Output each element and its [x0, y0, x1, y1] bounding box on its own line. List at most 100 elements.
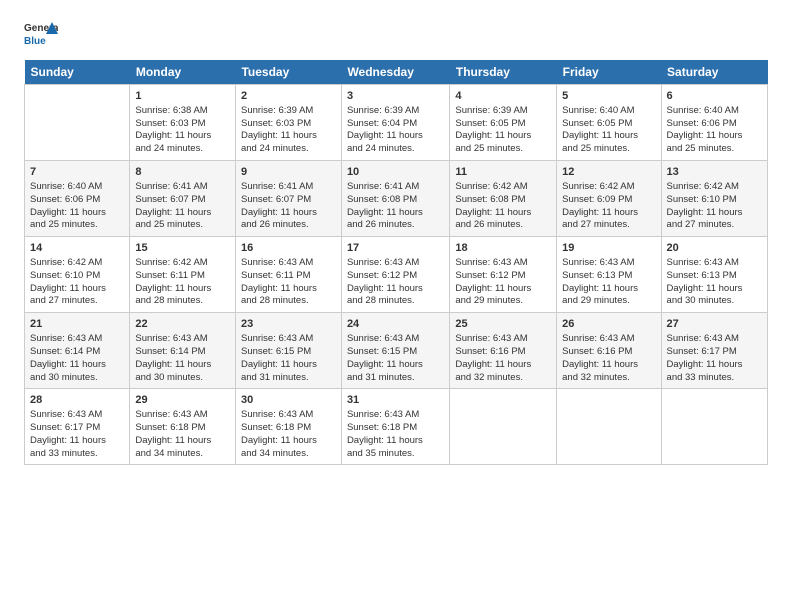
- day-info: Sunrise: 6:43 AM Sunset: 6:13 PM Dayligh…: [667, 257, 762, 308]
- calendar-cell: 25Sunrise: 6:43 AM Sunset: 6:16 PM Dayli…: [450, 313, 557, 389]
- calendar-cell: 28Sunrise: 6:43 AM Sunset: 6:17 PM Dayli…: [25, 389, 130, 465]
- calendar-cell: 5Sunrise: 6:40 AM Sunset: 6:05 PM Daylig…: [557, 85, 661, 161]
- calendar-cell: 27Sunrise: 6:43 AM Sunset: 6:17 PM Dayli…: [661, 313, 767, 389]
- day-number: 15: [135, 241, 230, 256]
- day-info: Sunrise: 6:42 AM Sunset: 6:08 PM Dayligh…: [455, 181, 551, 232]
- page: General Blue SundayMondayTuesdayWednesda…: [0, 0, 792, 475]
- calendar-cell: 16Sunrise: 6:43 AM Sunset: 6:11 PM Dayli…: [235, 237, 341, 313]
- day-info: Sunrise: 6:39 AM Sunset: 6:03 PM Dayligh…: [241, 105, 336, 156]
- day-number: 13: [667, 165, 762, 180]
- calendar-week-row: 14Sunrise: 6:42 AM Sunset: 6:10 PM Dayli…: [25, 237, 768, 313]
- day-number: 27: [667, 317, 762, 332]
- day-info: Sunrise: 6:40 AM Sunset: 6:05 PM Dayligh…: [562, 105, 655, 156]
- calendar-cell: 12Sunrise: 6:42 AM Sunset: 6:09 PM Dayli…: [557, 161, 661, 237]
- logo-icon: General Blue: [24, 18, 58, 52]
- logo: General Blue: [24, 18, 58, 52]
- day-info: Sunrise: 6:38 AM Sunset: 6:03 PM Dayligh…: [135, 105, 230, 156]
- day-number: 1: [135, 89, 230, 104]
- day-info: Sunrise: 6:40 AM Sunset: 6:06 PM Dayligh…: [667, 105, 762, 156]
- calendar-cell: 4Sunrise: 6:39 AM Sunset: 6:05 PM Daylig…: [450, 85, 557, 161]
- calendar-cell: 15Sunrise: 6:42 AM Sunset: 6:11 PM Dayli…: [130, 237, 236, 313]
- day-number: 21: [30, 317, 124, 332]
- day-number: 29: [135, 393, 230, 408]
- day-number: 10: [347, 165, 444, 180]
- calendar-cell: 23Sunrise: 6:43 AM Sunset: 6:15 PM Dayli…: [235, 313, 341, 389]
- day-number: 4: [455, 89, 551, 104]
- calendar-cell: [661, 389, 767, 465]
- day-info: Sunrise: 6:42 AM Sunset: 6:10 PM Dayligh…: [667, 181, 762, 232]
- day-info: Sunrise: 6:43 AM Sunset: 6:17 PM Dayligh…: [30, 409, 124, 460]
- day-number: 17: [347, 241, 444, 256]
- calendar-cell: 22Sunrise: 6:43 AM Sunset: 6:14 PM Dayli…: [130, 313, 236, 389]
- header-area: General Blue: [24, 18, 768, 52]
- calendar-cell: 31Sunrise: 6:43 AM Sunset: 6:18 PM Dayli…: [341, 389, 449, 465]
- day-number: 31: [347, 393, 444, 408]
- calendar-cell: 10Sunrise: 6:41 AM Sunset: 6:08 PM Dayli…: [341, 161, 449, 237]
- day-number: 23: [241, 317, 336, 332]
- calendar-cell: [25, 85, 130, 161]
- day-info: Sunrise: 6:39 AM Sunset: 6:04 PM Dayligh…: [347, 105, 444, 156]
- day-info: Sunrise: 6:40 AM Sunset: 6:06 PM Dayligh…: [30, 181, 124, 232]
- weekday-header-monday: Monday: [130, 60, 236, 85]
- logo-container: General Blue: [24, 18, 58, 52]
- calendar-cell: 14Sunrise: 6:42 AM Sunset: 6:10 PM Dayli…: [25, 237, 130, 313]
- day-number: 11: [455, 165, 551, 180]
- day-number: 8: [135, 165, 230, 180]
- calendar-cell: 26Sunrise: 6:43 AM Sunset: 6:16 PM Dayli…: [557, 313, 661, 389]
- day-info: Sunrise: 6:43 AM Sunset: 6:12 PM Dayligh…: [347, 257, 444, 308]
- calendar-week-row: 7Sunrise: 6:40 AM Sunset: 6:06 PM Daylig…: [25, 161, 768, 237]
- calendar-cell: 8Sunrise: 6:41 AM Sunset: 6:07 PM Daylig…: [130, 161, 236, 237]
- calendar-cell: 13Sunrise: 6:42 AM Sunset: 6:10 PM Dayli…: [661, 161, 767, 237]
- calendar-table: SundayMondayTuesdayWednesdayThursdayFrid…: [24, 60, 768, 465]
- weekday-header-thursday: Thursday: [450, 60, 557, 85]
- day-info: Sunrise: 6:42 AM Sunset: 6:10 PM Dayligh…: [30, 257, 124, 308]
- day-number: 7: [30, 165, 124, 180]
- calendar-cell: 11Sunrise: 6:42 AM Sunset: 6:08 PM Dayli…: [450, 161, 557, 237]
- calendar-cell: 18Sunrise: 6:43 AM Sunset: 6:12 PM Dayli…: [450, 237, 557, 313]
- day-number: 14: [30, 241, 124, 256]
- day-info: Sunrise: 6:42 AM Sunset: 6:09 PM Dayligh…: [562, 181, 655, 232]
- weekday-header-sunday: Sunday: [25, 60, 130, 85]
- day-info: Sunrise: 6:39 AM Sunset: 6:05 PM Dayligh…: [455, 105, 551, 156]
- day-info: Sunrise: 6:41 AM Sunset: 6:08 PM Dayligh…: [347, 181, 444, 232]
- calendar-cell: 19Sunrise: 6:43 AM Sunset: 6:13 PM Dayli…: [557, 237, 661, 313]
- day-info: Sunrise: 6:43 AM Sunset: 6:18 PM Dayligh…: [347, 409, 444, 460]
- day-info: Sunrise: 6:43 AM Sunset: 6:18 PM Dayligh…: [241, 409, 336, 460]
- calendar-cell: 9Sunrise: 6:41 AM Sunset: 6:07 PM Daylig…: [235, 161, 341, 237]
- calendar-cell: 20Sunrise: 6:43 AM Sunset: 6:13 PM Dayli…: [661, 237, 767, 313]
- day-info: Sunrise: 6:41 AM Sunset: 6:07 PM Dayligh…: [241, 181, 336, 232]
- calendar-cell: 29Sunrise: 6:43 AM Sunset: 6:18 PM Dayli…: [130, 389, 236, 465]
- day-info: Sunrise: 6:43 AM Sunset: 6:16 PM Dayligh…: [562, 333, 655, 384]
- calendar-week-row: 28Sunrise: 6:43 AM Sunset: 6:17 PM Dayli…: [25, 389, 768, 465]
- day-number: 3: [347, 89, 444, 104]
- day-info: Sunrise: 6:43 AM Sunset: 6:13 PM Dayligh…: [562, 257, 655, 308]
- calendar-cell: 24Sunrise: 6:43 AM Sunset: 6:15 PM Dayli…: [341, 313, 449, 389]
- calendar-header-row: SundayMondayTuesdayWednesdayThursdayFrid…: [25, 60, 768, 85]
- calendar-cell: 3Sunrise: 6:39 AM Sunset: 6:04 PM Daylig…: [341, 85, 449, 161]
- calendar-cell: [557, 389, 661, 465]
- calendar-cell: [450, 389, 557, 465]
- day-info: Sunrise: 6:43 AM Sunset: 6:12 PM Dayligh…: [455, 257, 551, 308]
- day-info: Sunrise: 6:43 AM Sunset: 6:14 PM Dayligh…: [30, 333, 124, 384]
- weekday-header-wednesday: Wednesday: [341, 60, 449, 85]
- svg-text:Blue: Blue: [24, 36, 46, 47]
- day-info: Sunrise: 6:43 AM Sunset: 6:17 PM Dayligh…: [667, 333, 762, 384]
- day-number: 5: [562, 89, 655, 104]
- day-number: 12: [562, 165, 655, 180]
- day-number: 18: [455, 241, 551, 256]
- calendar-cell: 30Sunrise: 6:43 AM Sunset: 6:18 PM Dayli…: [235, 389, 341, 465]
- day-info: Sunrise: 6:42 AM Sunset: 6:11 PM Dayligh…: [135, 257, 230, 308]
- calendar-cell: 2Sunrise: 6:39 AM Sunset: 6:03 PM Daylig…: [235, 85, 341, 161]
- calendar-cell: 6Sunrise: 6:40 AM Sunset: 6:06 PM Daylig…: [661, 85, 767, 161]
- day-number: 6: [667, 89, 762, 104]
- day-info: Sunrise: 6:43 AM Sunset: 6:16 PM Dayligh…: [455, 333, 551, 384]
- calendar-week-row: 1Sunrise: 6:38 AM Sunset: 6:03 PM Daylig…: [25, 85, 768, 161]
- day-number: 30: [241, 393, 336, 408]
- day-info: Sunrise: 6:43 AM Sunset: 6:15 PM Dayligh…: [347, 333, 444, 384]
- day-number: 9: [241, 165, 336, 180]
- day-number: 22: [135, 317, 230, 332]
- day-number: 2: [241, 89, 336, 104]
- day-number: 16: [241, 241, 336, 256]
- day-number: 28: [30, 393, 124, 408]
- weekday-header-saturday: Saturday: [661, 60, 767, 85]
